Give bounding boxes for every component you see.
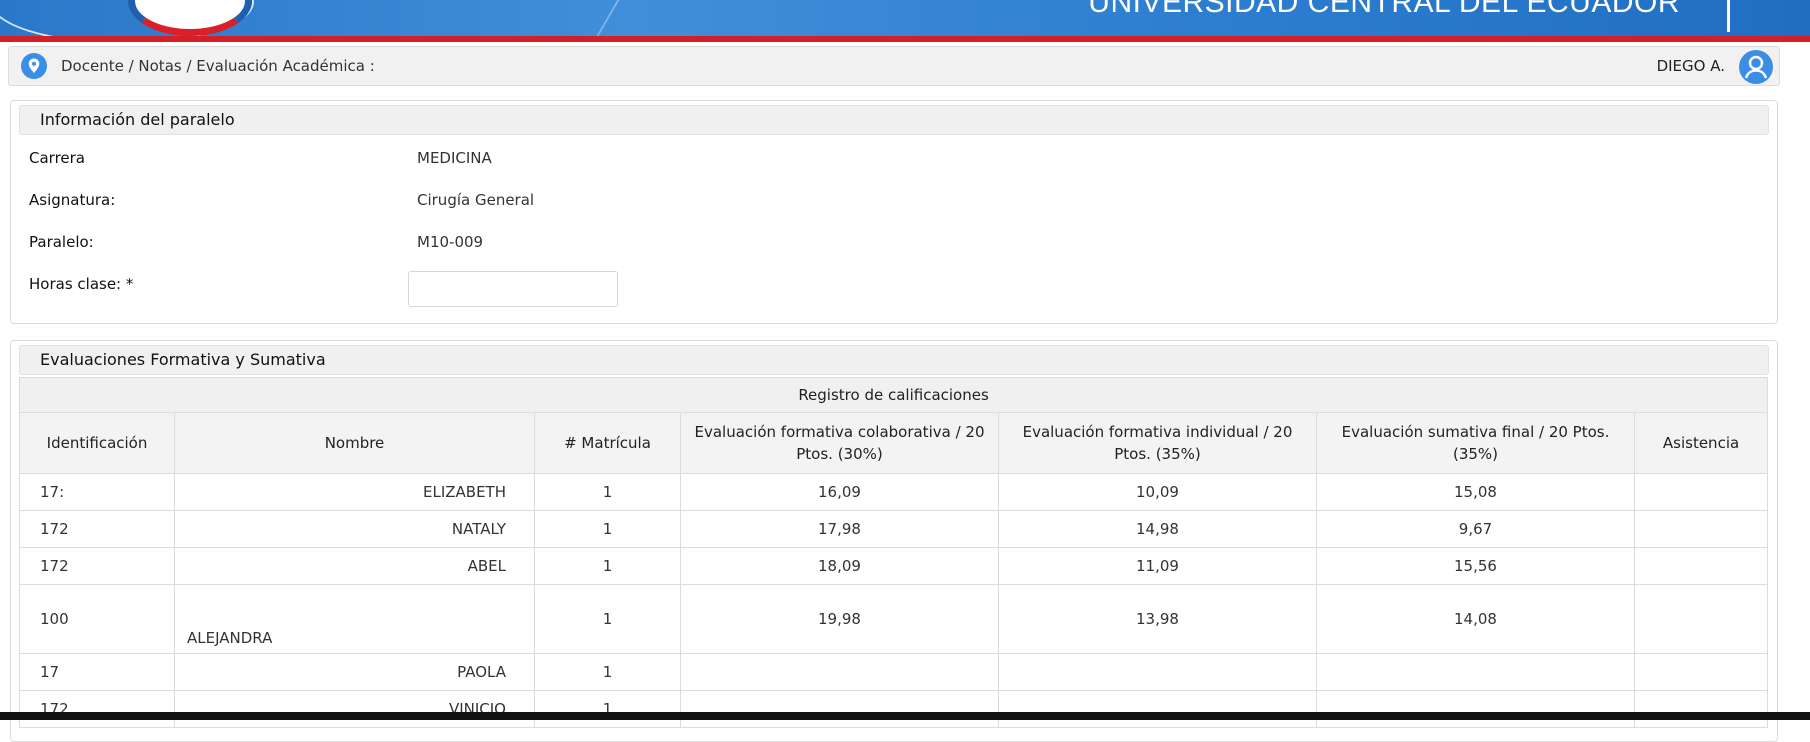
- colab-grade-cell[interactable]: 17,98: [680, 510, 999, 548]
- sumativa-grade-cell[interactable]: [1316, 690, 1635, 728]
- info-panel: Información del paralelo Carrera MEDICIN…: [10, 100, 1778, 324]
- bottom-edge: [0, 712, 1810, 720]
- colab-grade-cell[interactable]: [680, 690, 999, 728]
- breadcrumb: Docente / Notas / Evaluación Académica :: [61, 57, 375, 75]
- info-row-paralelo: Paralelo: M10-009: [29, 229, 929, 259]
- user-name[interactable]: DIEGO A.: [1657, 57, 1725, 75]
- name-cell: NATALY: [174, 510, 535, 548]
- indiv-grade-cell[interactable]: 13,98: [998, 584, 1317, 654]
- indiv-grade-cell[interactable]: 14,98: [998, 510, 1317, 548]
- table-row: 100 ALEJANDRA 1 19,98 13,98 14,08: [19, 584, 1769, 654]
- evaluation-panel-heading: Evaluaciones Formativa y Sumativa: [19, 345, 1769, 375]
- info-panel-heading: Información del paralelo: [19, 105, 1769, 135]
- column-header: Asistencia: [1633, 412, 1769, 474]
- info-row-carrera: Carrera MEDICINA: [29, 145, 929, 175]
- column-header: Evaluación sumativa final / 20 Ptos. (35…: [1316, 412, 1635, 474]
- evaluation-panel: Evaluaciones Formativa y Sumativa Regist…: [10, 340, 1778, 742]
- column-header: # Matrícula: [534, 412, 681, 474]
- sumativa-grade-cell[interactable]: 15,56: [1316, 547, 1635, 585]
- asistencia-cell[interactable]: [1633, 653, 1769, 691]
- id-cell: 100: [19, 584, 175, 654]
- info-label: Paralelo:: [29, 233, 94, 251]
- id-cell: 172: [19, 510, 175, 548]
- column-header: Evaluación formativa individual / 20 Pto…: [998, 412, 1317, 474]
- colab-grade-cell[interactable]: 18,09: [680, 547, 999, 585]
- indiv-grade-cell[interactable]: 10,09: [998, 473, 1317, 511]
- colab-grade-cell[interactable]: 19,98: [680, 584, 999, 654]
- hours-input[interactable]: [408, 271, 618, 307]
- matricula-cell: 1: [534, 690, 681, 728]
- asistencia-cell[interactable]: [1633, 690, 1769, 728]
- banner-divider: [582, 0, 620, 36]
- user-avatar-icon[interactable]: [1739, 50, 1773, 84]
- name-cell: ABEL: [174, 547, 535, 585]
- table-row: 172 VINICIO 1: [19, 690, 1769, 728]
- sumativa-grade-cell[interactable]: 9,67: [1316, 510, 1635, 548]
- name-cell: ALEJANDRA: [174, 584, 535, 654]
- table-row: 172 ABEL 1 18,09 11,09 15,56: [19, 547, 1769, 585]
- info-value: M10-009: [417, 233, 484, 251]
- info-label: Carrera: [29, 149, 85, 167]
- grades-table: Registro de calificaciones Identificació…: [18, 377, 1769, 728]
- asistencia-cell[interactable]: [1633, 547, 1769, 585]
- university-name: UNIVERSIDAD CENTRAL DEL ECUADOR: [1088, 0, 1680, 19]
- matricula-cell: 1: [534, 653, 681, 691]
- column-header: Evaluación formativa colaborativa / 20 P…: [680, 412, 999, 474]
- matricula-cell: 1: [534, 584, 681, 654]
- breadcrumb-bar: Docente / Notas / Evaluación Académica :…: [8, 46, 1780, 86]
- asistencia-cell[interactable]: [1633, 510, 1769, 548]
- evaluation-panel-title: Evaluaciones Formativa y Sumativa: [40, 350, 326, 369]
- colab-grade-cell[interactable]: 16,09: [680, 473, 999, 511]
- column-header: Identificación: [19, 412, 175, 474]
- info-value: Cirugía General: [417, 191, 535, 209]
- indiv-grade-cell[interactable]: [998, 653, 1317, 691]
- id-cell: 172: [19, 690, 175, 728]
- matricula-cell: 1: [534, 510, 681, 548]
- info-value: MEDICINA: [417, 149, 492, 167]
- sumativa-grade-cell[interactable]: 14,08: [1316, 584, 1635, 654]
- matricula-cell: 1: [534, 547, 681, 585]
- name-cell: PAOLA: [174, 653, 535, 691]
- name-cell: VINICIO: [174, 690, 535, 728]
- column-header: Nombre: [174, 412, 535, 474]
- sumativa-grade-cell[interactable]: [1316, 653, 1635, 691]
- info-row-asignatura: Asignatura: Cirugía General: [29, 187, 929, 217]
- id-cell: 172: [19, 547, 175, 585]
- asistencia-cell[interactable]: [1633, 473, 1769, 511]
- indiv-grade-cell[interactable]: [998, 690, 1317, 728]
- table-caption: Registro de calificaciones: [18, 377, 1769, 413]
- hours-label: Horas clase: *: [29, 275, 134, 293]
- matricula-cell: 1: [534, 473, 681, 511]
- sumativa-grade-cell[interactable]: 15,08: [1316, 473, 1635, 511]
- info-panel-title: Información del paralelo: [40, 110, 235, 129]
- colab-grade-cell[interactable]: [680, 653, 999, 691]
- top-banner: UNIVERSIDAD CENTRAL DEL ECUADOR: [0, 0, 1810, 36]
- table-row: 17: ELIZABETH 1 16,09 10,09 15,08: [19, 473, 1769, 511]
- name-cell: ELIZABETH: [174, 473, 535, 511]
- table-row: 172 NATALY 1 17,98 14,98 9,67: [19, 510, 1769, 548]
- indiv-grade-cell[interactable]: 11,09: [998, 547, 1317, 585]
- table-row: 17 PAOLA 1: [19, 653, 1769, 691]
- id-cell: 17: [19, 653, 175, 691]
- id-cell: 17:: [19, 473, 175, 511]
- accent-stripe: [0, 36, 1810, 42]
- info-label: Asignatura:: [29, 191, 116, 209]
- asistencia-cell[interactable]: [1633, 584, 1769, 654]
- banner-bar: [1727, 0, 1730, 32]
- location-pin-icon: [21, 53, 47, 79]
